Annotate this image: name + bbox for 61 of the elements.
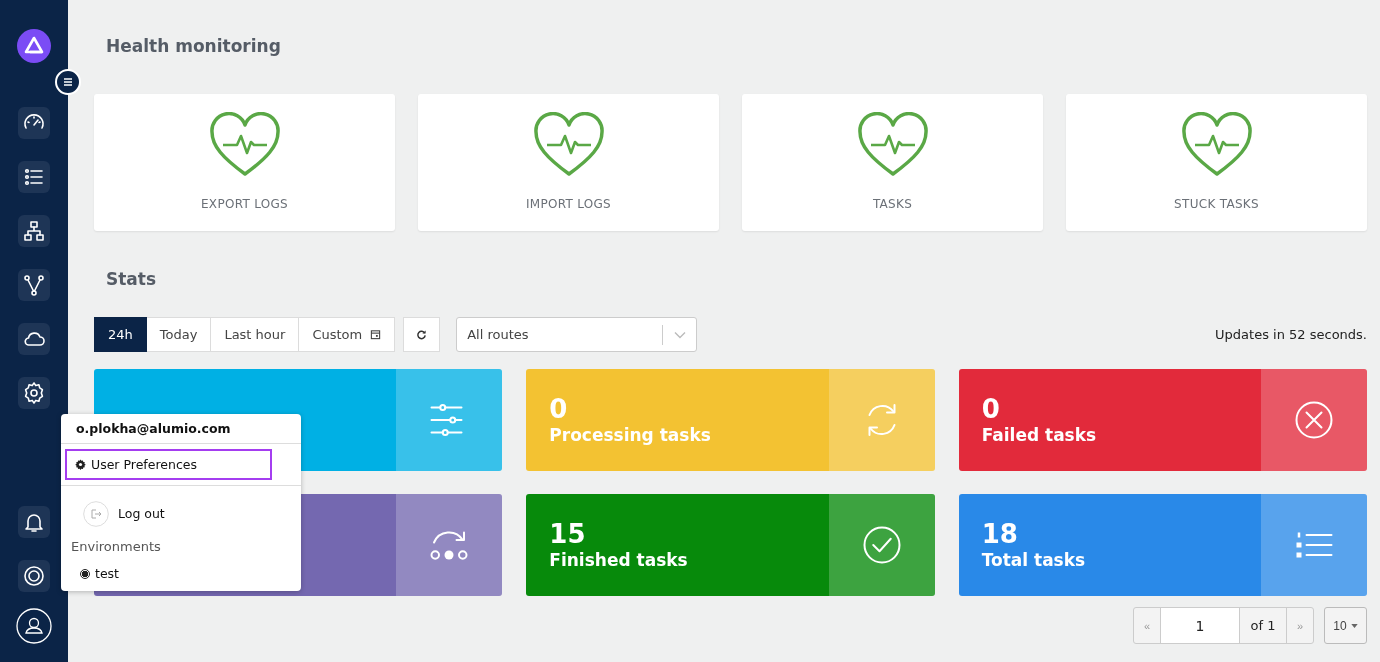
health-card[interactable]: STUCK TASKS <box>1066 94 1367 231</box>
update-notice: Updates in 52 seconds. <box>1215 327 1367 342</box>
stat-value: 15 <box>549 519 587 549</box>
heart-pulse-icon <box>856 112 929 178</box>
radio-button[interactable] <box>80 568 90 579</box>
heart-pulse-icon <box>208 112 281 178</box>
section-title: Health monitoring <box>106 36 282 58</box>
check-circle-icon <box>861 525 902 565</box>
gear-icon <box>75 459 86 470</box>
calendar-icon <box>370 329 382 340</box>
lifebuoy-button[interactable] <box>18 560 50 592</box>
menu-item[interactable]: User Preferences <box>65 449 272 480</box>
health-card[interactable]: TASKS <box>742 94 1043 231</box>
stat-label: Total tasks <box>981 549 1087 571</box>
list-button[interactable] <box>18 161 50 193</box>
page-count: of 1 <box>1240 608 1287 643</box>
logout-icon <box>83 500 109 527</box>
stat-label: Processing tasks <box>549 424 712 446</box>
stat-value: 0 <box>549 394 569 424</box>
menu-icon[interactable] <box>55 69 81 95</box>
health-card[interactable]: IMPORT LOGS <box>418 94 719 231</box>
page-size-dropdown[interactable]: 10 <box>1324 607 1367 644</box>
lifebuoy-icon <box>22 564 46 588</box>
range-tab[interactable]: Custom <box>299 317 396 352</box>
stat-label: Finished tasks <box>549 549 689 571</box>
stat-value: 18 <box>981 519 1019 549</box>
range-tab[interactable]: 24h <box>94 317 147 352</box>
branch-button[interactable] <box>18 269 50 301</box>
avatar-icon[interactable] <box>16 608 52 644</box>
branch-icon <box>22 273 46 297</box>
route-select[interactable]: All routes <box>456 317 698 352</box>
page-field[interactable]: 1 <box>1160 608 1240 643</box>
logo[interactable] <box>17 29 51 63</box>
refresh-icon <box>416 329 428 340</box>
chevron-down-icon <box>674 330 687 339</box>
settings-icon <box>22 381 46 405</box>
cloud-button[interactable] <box>18 323 50 355</box>
heart-pulse-icon <box>532 112 605 178</box>
stat-value: 0 <box>981 394 1001 424</box>
stat-label: Failed tasks <box>981 424 1098 446</box>
card-label: STUCK TASKS <box>1174 197 1259 211</box>
card-label: TASKS <box>872 197 913 211</box>
gauge-button[interactable] <box>18 107 50 139</box>
range-tab[interactable]: Today <box>146 317 212 352</box>
settings-button[interactable] <box>18 377 50 409</box>
health-card[interactable]: EXPORT LOGS <box>94 94 395 231</box>
close-circle-icon <box>1294 400 1334 440</box>
card-label: EXPORT LOGS <box>201 197 288 211</box>
environment-option[interactable]: test <box>80 566 119 581</box>
refresh-button[interactable] <box>403 317 441 352</box>
hierarchy-icon <box>22 219 46 243</box>
user-email: o.plokha@alumio.com <box>61 414 301 444</box>
bell-button[interactable] <box>18 506 50 538</box>
card-label: IMPORT LOGS <box>525 197 612 211</box>
range-tab[interactable]: Last hour <box>211 317 300 352</box>
section-label: Environments <box>71 539 162 554</box>
environment-name: test <box>95 566 119 581</box>
section-title: Stats <box>106 269 158 291</box>
caret-icon <box>1350 623 1358 628</box>
heart-pulse-icon <box>1180 112 1253 178</box>
hierarchy-button[interactable] <box>18 215 50 247</box>
